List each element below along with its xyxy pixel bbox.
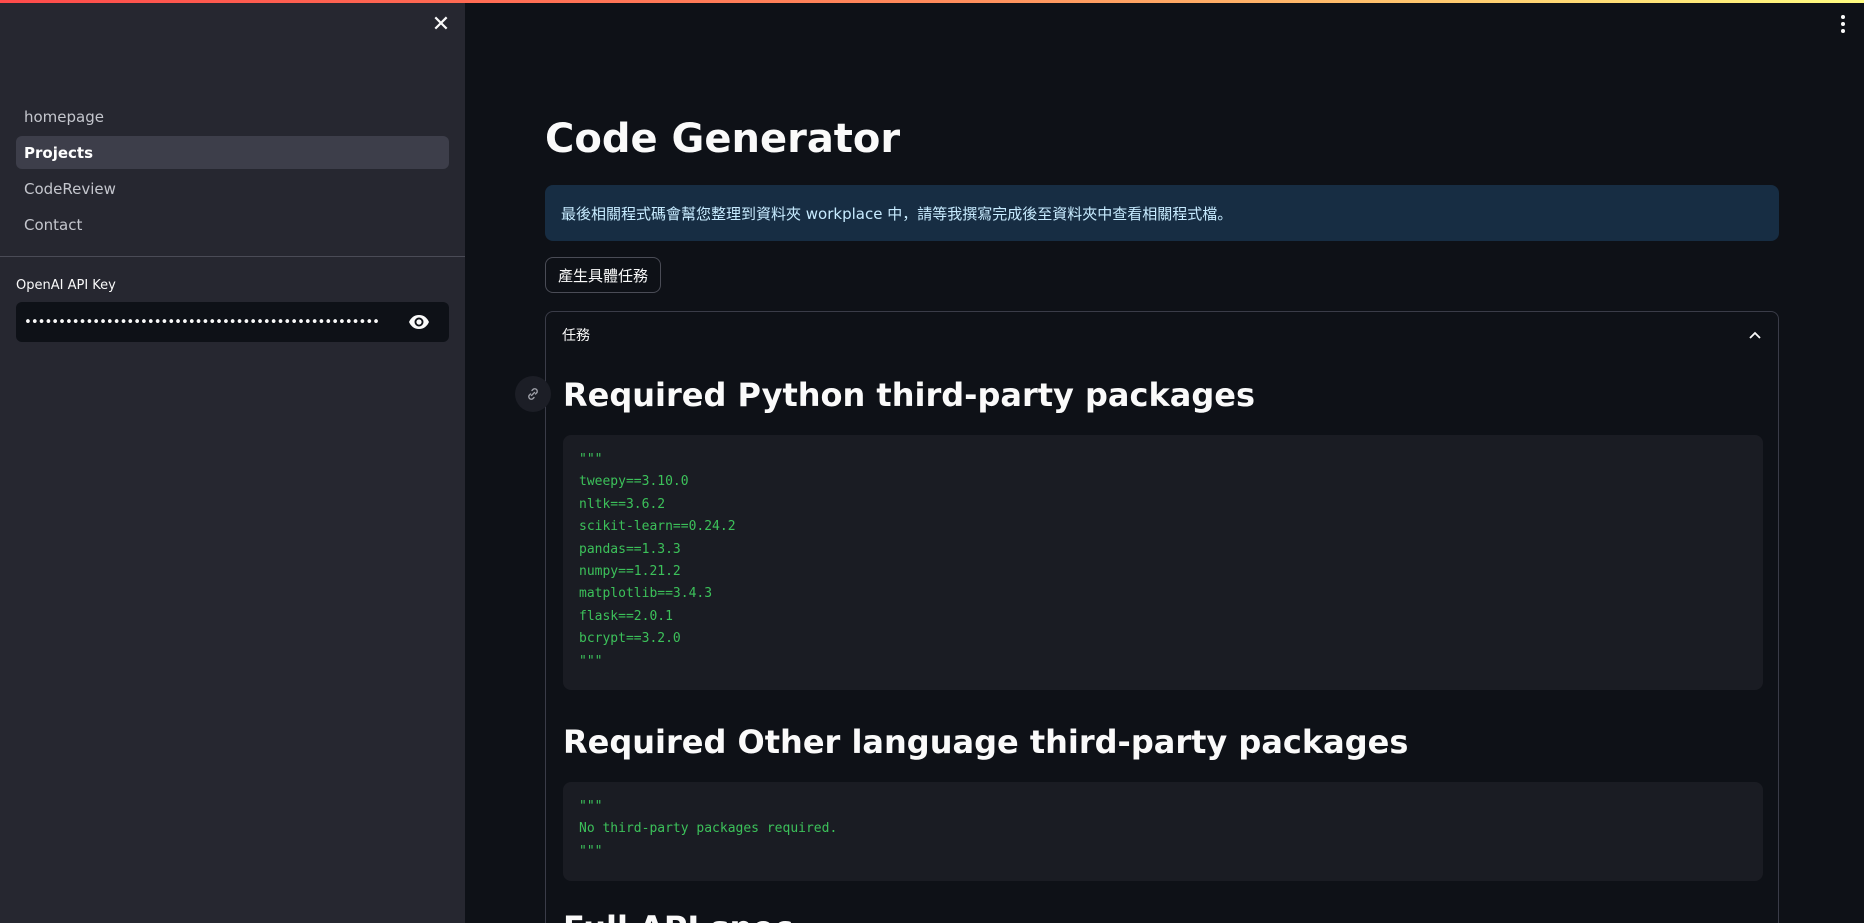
generate-tasks-button[interactable]: 產生具體任務 bbox=[545, 257, 662, 293]
api-key-input[interactable] bbox=[16, 314, 399, 330]
anchor-link-icon[interactable] bbox=[515, 376, 551, 412]
info-alert-text: 最後相關程式碼會幫您整理到資料夾 workplace 中，請等我撰寫完成後至資料… bbox=[561, 204, 1233, 223]
sidebar-item-label: Contact bbox=[24, 215, 83, 234]
code-line: No third-party packages required. bbox=[579, 821, 838, 837]
section-heading-api-spec: Full API spec bbox=[563, 909, 793, 923]
code-block-other-packages: """ No third-party packages required. ""… bbox=[563, 782, 1763, 881]
code-line: """ bbox=[579, 843, 603, 859]
code-line: pandas==1.3.3 bbox=[579, 541, 681, 557]
code-line: """ bbox=[579, 452, 603, 467]
top-decoration-bar bbox=[0, 0, 1864, 3]
sidebar-divider bbox=[0, 256, 465, 257]
code-line: nltk==3.6.2 bbox=[579, 496, 666, 512]
code-block-python-packages: """ tweepy==3.10.0 nltk==3.6.2 scikit-le… bbox=[563, 435, 1763, 690]
tasks-expander: 任務 Required Python third-party packages … bbox=[545, 311, 1779, 923]
code-line: """ bbox=[579, 799, 603, 814]
close-sidebar-icon[interactable]: ✕ bbox=[430, 14, 452, 36]
code-line: flask==2.0.1 bbox=[579, 608, 673, 624]
page-title: Code Generator bbox=[545, 116, 901, 162]
code-line: """ bbox=[579, 653, 603, 669]
code-line: tweepy==3.10.0 bbox=[579, 474, 689, 490]
info-alert: 最後相關程式碼會幫您整理到資料夾 workplace 中，請等我撰寫完成後至資料… bbox=[545, 185, 1779, 241]
api-key-field-container bbox=[16, 302, 449, 342]
section-heading-other-packages: Required Other language third-party pack… bbox=[563, 723, 1409, 761]
code-line: bcrypt==3.2.0 bbox=[579, 631, 681, 647]
chevron-up-icon bbox=[1749, 331, 1761, 339]
main-menu-kebab-icon[interactable] bbox=[1836, 14, 1850, 34]
show-password-eye-icon[interactable] bbox=[399, 302, 439, 342]
sidebar-item-codereview[interactable]: CodeReview bbox=[16, 172, 449, 205]
api-key-label: OpenAI API Key bbox=[16, 278, 116, 293]
section-heading-python-packages: Required Python third-party packages bbox=[563, 376, 1256, 414]
tasks-expander-header[interactable]: 任務 bbox=[546, 312, 1778, 358]
expander-title: 任務 bbox=[562, 328, 590, 344]
code-line: numpy==1.21.2 bbox=[579, 564, 681, 580]
sidebar-item-label: CodeReview bbox=[24, 179, 116, 198]
sidebar-item-homepage[interactable]: homepage bbox=[16, 100, 449, 133]
sidebar-item-contact[interactable]: Contact bbox=[16, 208, 449, 241]
sidebar: ✕ homepage Projects CodeReview Contact O… bbox=[0, 0, 465, 923]
sidebar-item-label: Projects bbox=[24, 143, 94, 162]
code-line: scikit-learn==0.24.2 bbox=[579, 519, 736, 535]
sidebar-item-label: homepage bbox=[24, 107, 104, 126]
sidebar-nav: homepage Projects CodeReview Contact bbox=[16, 100, 449, 244]
code-line: matplotlib==3.4.3 bbox=[579, 586, 713, 602]
sidebar-item-projects[interactable]: Projects bbox=[16, 136, 449, 169]
